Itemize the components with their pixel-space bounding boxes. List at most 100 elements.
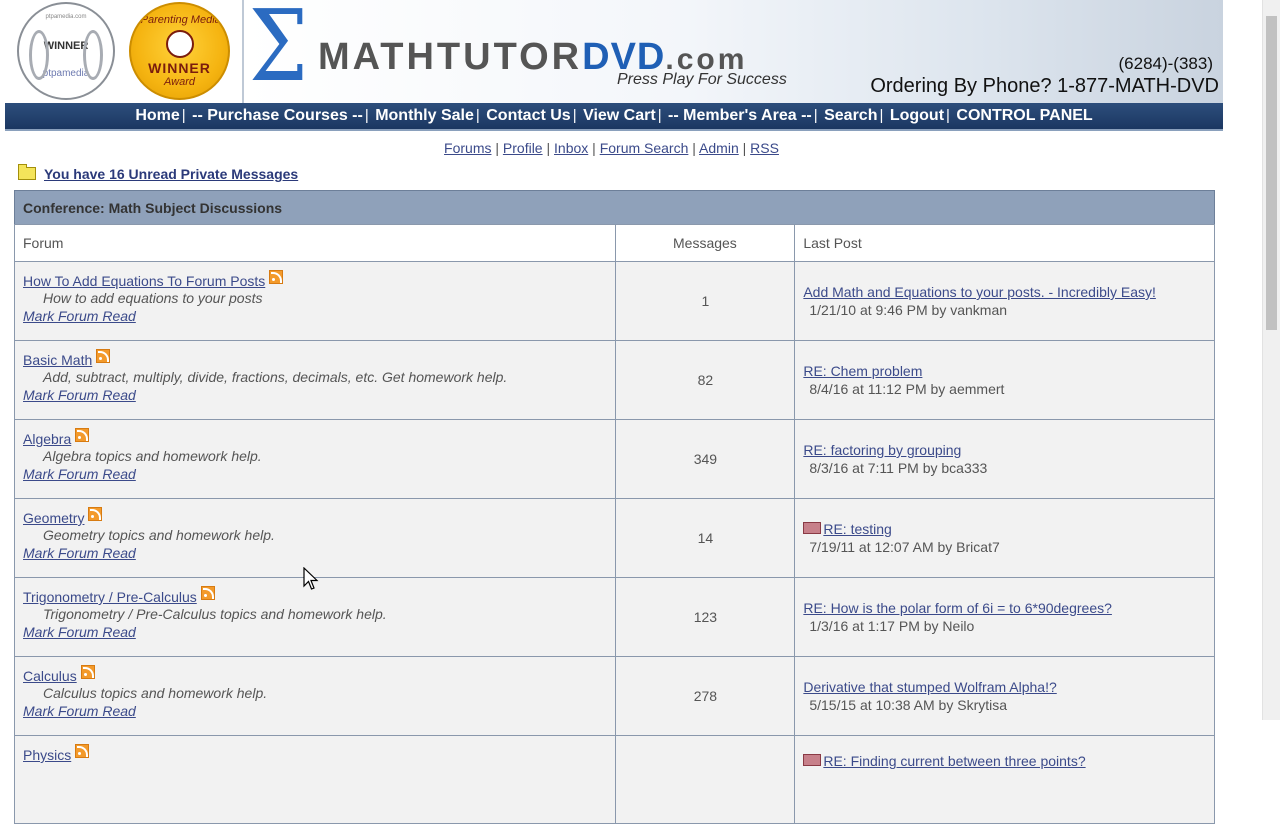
subnav-forum-search[interactable]: Forum Search: [600, 140, 689, 156]
message-count: 278: [615, 656, 796, 736]
logo-main: MATHTUTOR: [318, 36, 583, 78]
award2-award-text: Award: [164, 76, 195, 88]
rss-icon[interactable]: [75, 428, 90, 442]
award2-winner-text: WINNER: [148, 60, 211, 76]
page-scrollbar[interactable]: [1262, 0, 1280, 720]
forum-subnav: Forums | Profile | Inbox | Forum Search …: [444, 140, 779, 156]
subnav-admin[interactable]: Admin: [699, 140, 739, 156]
last-post-link[interactable]: RE: How is the polar form of 6i = to 6*9…: [803, 600, 1112, 616]
phone-ordering: Ordering By Phone? 1-877-MATH-DVD: [870, 75, 1219, 97]
forum-table: Conference: Math Subject Discussions For…: [13, 190, 1215, 824]
rss-icon[interactable]: [80, 665, 95, 679]
last-post-link[interactable]: RE: Chem problem: [803, 363, 922, 379]
forum-description: Add, subtract, multiply, divide, fractio…: [43, 369, 508, 385]
subnav-rss[interactable]: RSS: [750, 140, 779, 156]
private-messages-notice: You have 16 Unread Private Messages: [18, 164, 298, 182]
last-post-meta: 8/4/16 at 11:12 PM by aemmert: [809, 381, 1005, 397]
iparenting-award-badge: iParenting Media WINNER Award: [129, 2, 230, 100]
banner-divider: [242, 0, 244, 103]
last-post-link[interactable]: RE: Finding current between three points…: [823, 753, 1085, 769]
message-count: 123: [615, 577, 796, 657]
table-row: Trigonometry / Pre-Calculus Trigonometry…: [13, 577, 1215, 657]
nav-view-cart[interactable]: View Cart: [583, 107, 656, 124]
last-post-meta: 1/21/10 at 9:46 PM by vankman: [809, 302, 1008, 318]
subnav-inbox[interactable]: Inbox: [554, 140, 588, 156]
nav-logout[interactable]: Logout: [890, 107, 944, 124]
subnav-profile[interactable]: Profile: [503, 140, 543, 156]
rss-icon[interactable]: [75, 744, 90, 758]
table-row: Physics RE: Finding current between thre…: [13, 735, 1215, 824]
mark-forum-read-link[interactable]: Mark Forum Read: [23, 386, 615, 404]
rss-icon[interactable]: [200, 586, 215, 600]
last-post-link[interactable]: RE: factoring by grouping: [803, 442, 961, 458]
column-header-row: Forum Messages Last Post: [13, 224, 1215, 262]
site-banner: ptpamedia.com WINNER ptpamedia iParentin…: [5, 0, 1223, 103]
forum-link[interactable]: How To Add Equations To Forum Posts: [23, 273, 265, 289]
mark-forum-read-link[interactable]: Mark Forum Read: [23, 544, 615, 562]
last-post-meta: 5/15/15 at 10:38 AM by Skrytisa: [809, 697, 1008, 713]
last-post-link[interactable]: Derivative that stumped Wolfram Alpha!?: [803, 679, 1056, 695]
conference-header: Conference: Math Subject Discussions: [14, 190, 1215, 225]
message-count: 1: [615, 261, 796, 341]
mark-forum-read-link[interactable]: Mark Forum Read: [23, 465, 615, 483]
message-count: 14: [615, 498, 796, 578]
forum-link[interactable]: Basic Math: [23, 352, 92, 368]
award2-face-icon: [165, 30, 194, 58]
forum-link[interactable]: Geometry: [23, 510, 84, 526]
private-messages-link[interactable]: You have 16 Unread Private Messages: [44, 166, 298, 182]
nav-monthly-sale[interactable]: Monthly Sale: [375, 107, 474, 124]
mark-forum-read-link[interactable]: Mark Forum Read: [23, 702, 615, 720]
forum-description: Trigonometry / Pre-Calculus topics and h…: [43, 606, 387, 622]
scrollbar-thumb[interactable]: [1266, 16, 1277, 330]
main-nav: Home | -- Purchase Courses -- | Monthly Sa…: [5, 103, 1223, 131]
forum-link[interactable]: Calculus: [23, 668, 77, 684]
phone-extension: (6284)-(383): [1118, 54, 1214, 73]
rss-icon[interactable]: [96, 349, 111, 363]
forum-description: How to add equations to your posts: [43, 290, 263, 306]
last-post-link[interactable]: RE: testing: [823, 521, 891, 537]
award2-top-text: iParenting Media: [138, 14, 221, 26]
tagline: Press Play For Success: [617, 71, 787, 88]
last-post-meta: 1/3/16 at 1:17 PM by Neilo: [809, 618, 975, 634]
conference-title: Conference: Math Subject Discussions: [23, 199, 283, 216]
nav-control-panel[interactable]: CONTROL PANEL: [956, 107, 1092, 124]
nav-home[interactable]: Home: [135, 107, 179, 124]
rss-icon[interactable]: [269, 270, 284, 284]
forum-link[interactable]: Trigonometry / Pre-Calculus: [23, 589, 197, 605]
forum-description: Geometry topics and homework help.: [43, 527, 275, 543]
new-post-icon: [803, 754, 822, 766]
table-row: Algebra Algebra topics and homework help…: [13, 419, 1215, 499]
nav-search[interactable]: Search: [824, 107, 877, 124]
table-row: Basic Math Add, subtract, multiply, divi…: [13, 340, 1215, 420]
table-row: Calculus Calculus topics and homework he…: [13, 656, 1215, 736]
forum-link[interactable]: Algebra: [23, 431, 71, 447]
last-post-link[interactable]: Add Math and Equations to your posts. - …: [803, 284, 1156, 300]
forum-description: Algebra topics and homework help.: [43, 448, 262, 464]
table-row: How To Add Equations To Forum Posts How …: [13, 261, 1215, 341]
col-lastpost: Last Post: [794, 224, 1215, 262]
sigma-logo-icon: Σ: [249, 0, 308, 103]
message-count: 82: [615, 340, 796, 420]
forum-link[interactable]: Physics: [23, 747, 71, 763]
nav-purchase-courses[interactable]: -- Purchase Courses --: [192, 107, 363, 124]
nav-members-area[interactable]: -- Member's Area --: [668, 107, 812, 124]
col-forum: Forum: [13, 224, 617, 262]
forum-description: Calculus topics and homework help.: [43, 685, 268, 701]
mark-forum-read-link[interactable]: Mark Forum Read: [23, 307, 615, 325]
award1-small-text: ptpamedia.com: [45, 14, 87, 20]
nav-contact-us[interactable]: Contact Us: [486, 107, 570, 124]
new-post-icon: [803, 522, 822, 534]
subnav-forums[interactable]: Forums: [444, 140, 491, 156]
last-post-meta: 7/19/11 at 12:07 AM by Bricat7: [809, 539, 1000, 555]
laurel-left-icon: [29, 30, 49, 80]
last-post-meta: 8/3/16 at 7:11 PM by bca333: [809, 460, 988, 476]
col-messages: Messages: [615, 224, 796, 262]
rss-icon[interactable]: [88, 507, 103, 521]
mark-forum-read-link[interactable]: Mark Forum Read: [23, 623, 615, 641]
table-row: Geometry Geometry topics and homework he…: [13, 498, 1215, 578]
laurel-right-icon: [83, 30, 103, 80]
ptpa-award-badge: ptpamedia.com WINNER ptpamedia: [17, 2, 115, 100]
message-count: [615, 735, 796, 824]
message-count: 349: [615, 419, 796, 499]
folder-icon: [18, 164, 36, 180]
